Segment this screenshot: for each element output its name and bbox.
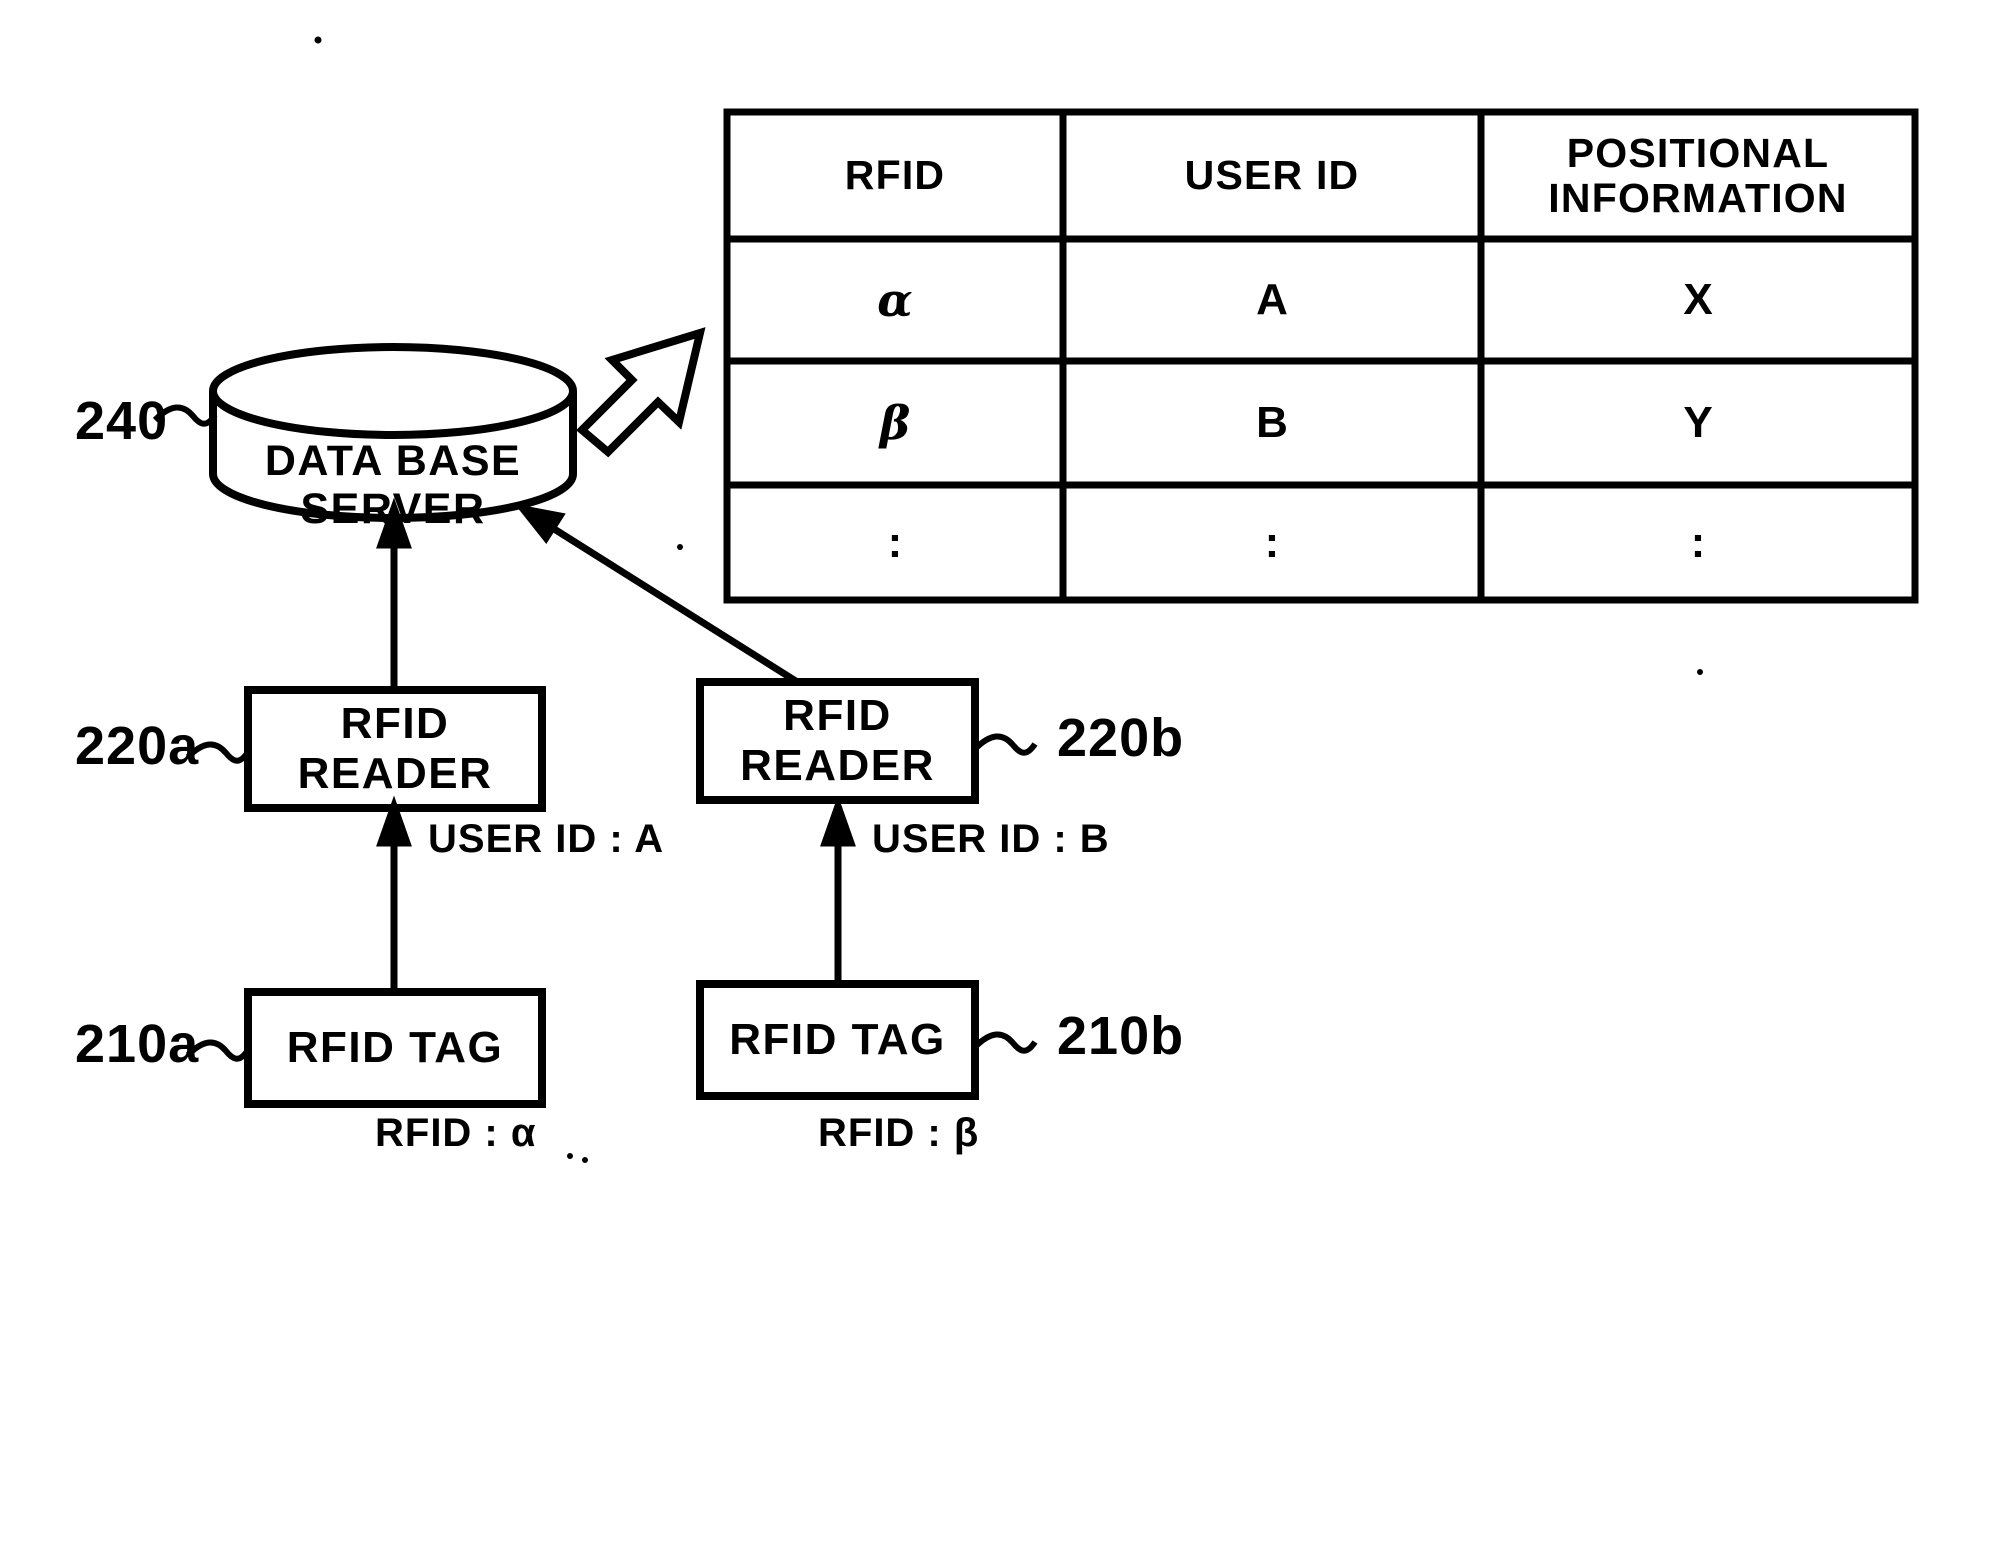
cell-rfid: β bbox=[879, 396, 911, 450]
rfid-reader-b-label: RFID READER bbox=[740, 691, 935, 790]
table-header-user-id: USER ID bbox=[1184, 152, 1360, 199]
patent-figure: RFID USER ID POSITIONAL INFORMATION α A … bbox=[0, 0, 2000, 1560]
table-header-rfid: RFID bbox=[844, 152, 946, 199]
ref-number-220b: 220b bbox=[1057, 708, 1185, 768]
table-row: α bbox=[727, 239, 1063, 361]
rfid-tag-a-label: RFID TAG bbox=[286, 1023, 504, 1072]
cell-rfid: : bbox=[887, 517, 903, 567]
database-server-label: DATA BASE SERVER bbox=[264, 436, 522, 533]
ref-number-220a: 220a bbox=[75, 716, 200, 776]
ref-number-210b: 210b bbox=[1057, 1006, 1185, 1066]
cell-positional: X bbox=[1683, 275, 1713, 324]
cell-user-id: : bbox=[1264, 517, 1280, 567]
ref-number-210a: 210a bbox=[75, 1014, 200, 1074]
arrow-tag-b-to-reader-b bbox=[820, 795, 856, 992]
cell-rfid: α bbox=[877, 273, 913, 327]
block-arrow-icon bbox=[576, 327, 706, 458]
ref-number-240: 240 bbox=[75, 391, 169, 451]
rfid-reader-a-label: RFID READER bbox=[297, 699, 493, 798]
cell-positional: : bbox=[1690, 517, 1706, 567]
table-header-positional-information: POSITIONAL INFORMATION bbox=[1548, 130, 1848, 221]
cell-positional: Y bbox=[1683, 398, 1713, 447]
flow-label-rfid-beta: RFID : β bbox=[818, 1111, 980, 1155]
cell-user-id: A bbox=[1256, 275, 1288, 324]
table-row: β bbox=[727, 361, 1063, 485]
rfid-tag-b-label: RFID TAG bbox=[729, 1015, 946, 1064]
table-row: : bbox=[727, 485, 1063, 600]
flow-label-user-id-b: USER ID : B bbox=[872, 817, 1110, 861]
flow-label-rfid-alpha: RFID : α bbox=[375, 1111, 537, 1155]
arrow-tag-a-to-reader-a bbox=[376, 795, 412, 992]
leader-line-220b bbox=[972, 733, 1038, 756]
leader-line-210b bbox=[972, 1031, 1038, 1054]
cell-user-id: B bbox=[1256, 398, 1288, 447]
flow-label-user-id-a: USER ID : A bbox=[428, 817, 665, 861]
